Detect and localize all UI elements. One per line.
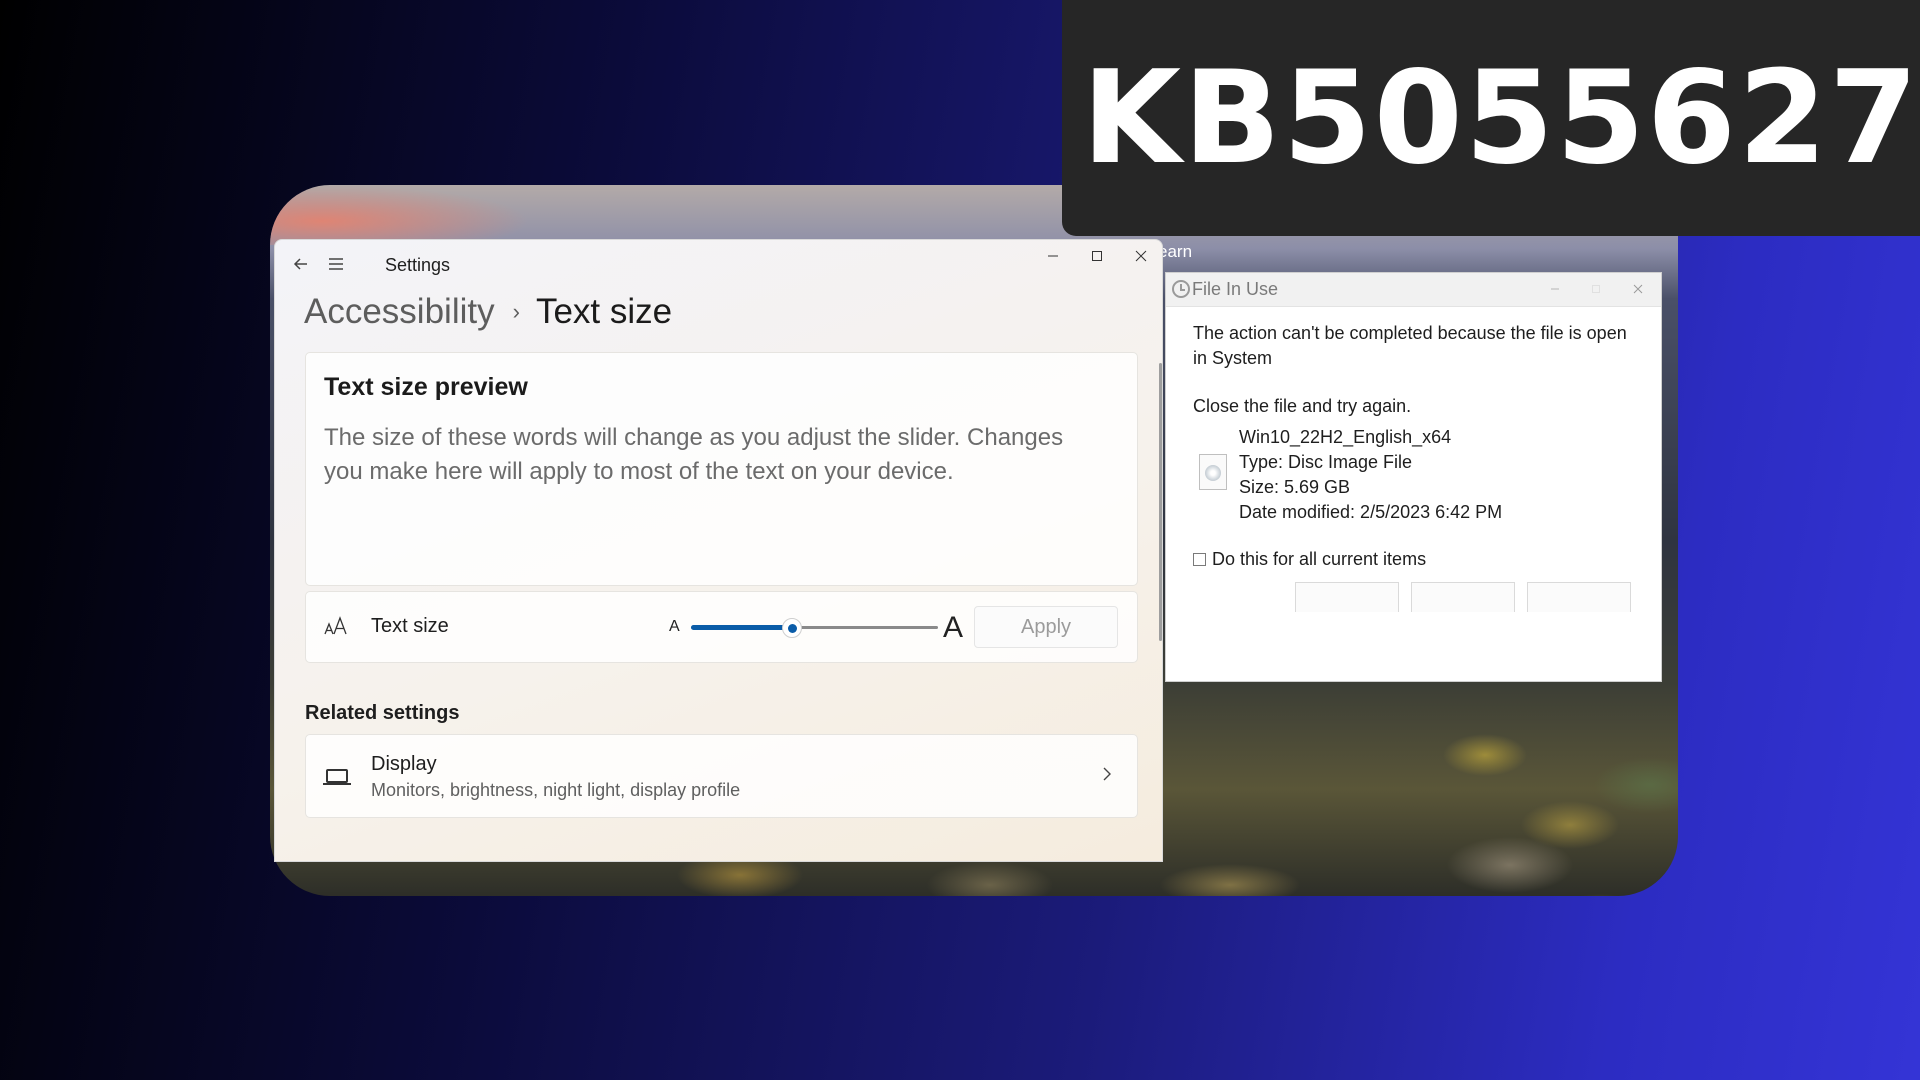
close-button[interactable] [1121, 244, 1161, 268]
minimize-button[interactable] [1033, 244, 1073, 268]
text-size-card: Text size A A Apply [305, 591, 1138, 663]
sunset-glow [270, 185, 530, 245]
small-a-marker: A [669, 618, 680, 635]
settings-window: Settings Accessibility › Text size Text … [274, 239, 1163, 862]
scrollbar[interactable] [1159, 363, 1162, 641]
dialog-button-2[interactable] [1411, 582, 1515, 612]
background-window-text: earn [1158, 242, 1193, 261]
dialog-button-1[interactable] [1295, 582, 1399, 612]
preview-text: The size of these words will change as y… [324, 424, 1064, 485]
text-size-preview-card: Text size preview The size of these word… [305, 352, 1138, 586]
file-type: Type: Disc Image File [1239, 452, 1413, 472]
related-settings-heading: Related settings [305, 702, 460, 724]
file-name: Win10_22H2_English_x64 [1239, 427, 1452, 447]
slider-fill [691, 625, 793, 630]
breadcrumb-separator: › [512, 299, 520, 324]
apply-button[interactable]: Apply [974, 606, 1118, 648]
back-arrow-icon[interactable] [291, 254, 311, 274]
settings-titlebar: Settings [275, 240, 1162, 288]
text-size-icon [324, 616, 350, 642]
display-title: Display [371, 753, 437, 775]
dialog-button-3[interactable] [1527, 582, 1631, 612]
file-details: Win10_22H2_English_x64 Type: Disc Image … [1239, 425, 1502, 525]
preview-title: Text size preview [324, 373, 528, 401]
kb-number-title: KB5055627 [1081, 43, 1920, 193]
chevron-right-icon [1101, 764, 1113, 790]
dialog-instruction: Close the file and try again. [1193, 396, 1412, 416]
apply-to-all-label[interactable]: Do this for all current items [1212, 549, 1426, 570]
monitor-icon [323, 769, 351, 785]
file-date-modified: Date modified: 2/5/2023 6:42 PM [1239, 502, 1503, 522]
disc-image-file-icon [1199, 454, 1227, 490]
kb-title-banner: KB5055627 [1062, 0, 1920, 236]
text-size-label: Text size [371, 615, 449, 637]
file-in-use-dialog: File In Use The action can't be complete… [1165, 272, 1662, 682]
page-title: Text size [535, 292, 673, 331]
maximize-button[interactable] [1077, 244, 1117, 268]
slider-thumb[interactable] [782, 618, 803, 638]
display-subtitle: Monitors, brightness, night light, displ… [371, 780, 741, 800]
dialog-maximize-button[interactable] [1583, 279, 1609, 299]
dialog-title: File In Use [1192, 279, 1279, 299]
dialog-close-button[interactable] [1625, 279, 1651, 299]
display-settings-link[interactable]: Display Monitors, brightness, night ligh… [305, 734, 1138, 818]
dialog-minimize-button[interactable] [1542, 279, 1568, 299]
clock-icon [1172, 280, 1190, 298]
dialog-message: The action can't be completed because th… [1193, 323, 1627, 368]
hamburger-menu-icon[interactable] [326, 254, 346, 274]
apply-to-all-checkbox[interactable] [1193, 553, 1206, 566]
window-title: Settings [385, 255, 451, 275]
breadcrumb-accessibility[interactable]: Accessibility [304, 292, 495, 332]
text-size-slider[interactable] [691, 618, 938, 638]
breadcrumb: Accessibility › Text size [304, 290, 672, 334]
file-size: Size: 5.69 GB [1239, 477, 1351, 497]
large-a-marker: A [943, 611, 964, 644]
dialog-titlebar: File In Use [1166, 273, 1661, 307]
